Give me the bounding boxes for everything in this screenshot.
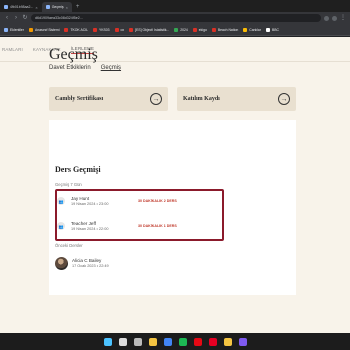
tab-history[interactable]: Geçmiş bbox=[101, 65, 121, 71]
bookmark-label: 2024 bbox=[180, 27, 188, 32]
windows-icon[interactable] bbox=[103, 337, 112, 346]
lesson-row[interactable]: Alicia C Bailey 17 Ocak 2023 • 22:49 bbox=[55, 254, 265, 272]
lesson-date: 19 Nisan 2024 • 22:00 bbox=[71, 227, 109, 231]
bookmark-item[interactable]: Beach Nation bbox=[211, 27, 239, 32]
bookmark-item[interactable]: BBC bbox=[265, 27, 279, 32]
arrow-right-icon[interactable]: → bbox=[278, 93, 290, 105]
bookmark-label: TKOK ACIL bbox=[70, 27, 88, 32]
avatar bbox=[55, 256, 68, 270]
bookmark-item[interactable]: YKS03 bbox=[92, 27, 110, 32]
back-icon[interactable]: ‹ bbox=[4, 12, 10, 24]
explorer-icon[interactable] bbox=[148, 337, 157, 346]
subtabs: Davet Etkiklerin Geçmiş bbox=[49, 65, 121, 71]
bookmark-item[interactable]: Anasınıf Sistemi bbox=[28, 27, 60, 32]
bookmark-label: YKS03 bbox=[98, 27, 110, 32]
folder-icon[interactable] bbox=[223, 337, 232, 346]
extension-icon[interactable] bbox=[324, 15, 329, 21]
bookmark-item[interactable]: Eklentiler bbox=[4, 27, 24, 32]
browser-tab[interactable]: 4fb01b98aa2... × bbox=[0, 2, 42, 12]
page-title: Geçmiş bbox=[49, 46, 98, 63]
forward-icon[interactable]: › bbox=[13, 12, 19, 24]
lesson-duration: 30 DAKİKALIK 2 DERS bbox=[138, 199, 177, 203]
bookmark-item[interactable]: [ES] Object! Istatistik... bbox=[129, 27, 170, 32]
chrome-icon[interactable] bbox=[163, 337, 172, 346]
lesson-row[interactable]: 👥 Teacher Jeff 19 Nisan 2024 • 22:00 30 … bbox=[57, 217, 267, 235]
bookmark-favicon-icon bbox=[129, 27, 134, 32]
arrow-right-icon[interactable]: → bbox=[150, 93, 162, 105]
bookmark-label: [ES] Object! Istatistik... bbox=[135, 27, 170, 32]
menu-icon[interactable]: ⋮ bbox=[340, 12, 346, 24]
bookmark-favicon-icon bbox=[64, 27, 69, 32]
spotify-icon[interactable] bbox=[178, 337, 187, 346]
browser-toolbar: ‹ › ↻ d6d1909aea33c08d324f5e2... ⋮ bbox=[0, 12, 350, 24]
bookmark-favicon-icon bbox=[211, 27, 216, 32]
bookmark-item[interactable]: Canlılar bbox=[243, 27, 261, 32]
store-icon[interactable] bbox=[238, 337, 247, 346]
taskbar bbox=[0, 333, 350, 350]
lesson-date: 17 Ocak 2023 • 22:49 bbox=[72, 264, 109, 268]
bookmark-label: ekigo bbox=[198, 27, 207, 32]
lesson-date: 19 Nisan 2024 • 23:00 bbox=[71, 202, 109, 206]
bookmark-favicon-icon bbox=[4, 27, 8, 32]
bookmark-favicon-icon bbox=[174, 27, 179, 32]
certificate-card-label: Cambly Sertifikası bbox=[55, 96, 104, 102]
bookmark-favicon-icon bbox=[114, 27, 119, 32]
bookmark-label: Beach Nation bbox=[217, 27, 239, 32]
bookmark-favicon-icon bbox=[192, 27, 197, 32]
lesson-info: Alicia C Bailey 17 Ocak 2023 • 22:49 bbox=[72, 258, 109, 268]
section-recent-label: Geçmiş 7 Gün bbox=[55, 182, 82, 187]
tab-favicon-icon bbox=[4, 5, 8, 9]
bookmark-favicon-icon bbox=[265, 27, 270, 32]
bookmark-label: ox bbox=[120, 27, 125, 32]
lesson-duration: 30 DAKİKALIK 1 DERS bbox=[138, 224, 177, 228]
bookmark-label: Eklentiler bbox=[10, 27, 24, 32]
tab-favicon-icon bbox=[45, 5, 50, 9]
tab-invites[interactable]: Davet Etkiklerin bbox=[49, 65, 91, 71]
reload-icon[interactable]: ↻ bbox=[22, 12, 28, 24]
bookmark-item[interactable]: ox bbox=[114, 27, 125, 32]
lesson-history-title: Ders Geçmişi bbox=[55, 165, 101, 174]
address-bar[interactable]: d6d1909aea33c08d324f5e2... bbox=[31, 14, 321, 22]
user-group-icon: 👥 bbox=[57, 197, 65, 205]
teacher-name: Jay Hunt bbox=[71, 196, 90, 201]
teacher-name: Teacher Jeff bbox=[71, 221, 96, 226]
pinterest-icon[interactable] bbox=[208, 337, 217, 346]
close-tab-icon[interactable]: × bbox=[35, 5, 37, 10]
certificate-card[interactable]: Cambly Sertifikası → bbox=[49, 87, 168, 111]
teacher-name: Alicia C Bailey bbox=[72, 258, 102, 263]
netflix-icon[interactable] bbox=[193, 337, 202, 346]
new-tab-icon[interactable]: + bbox=[72, 2, 84, 12]
bookmarks-bar: Eklentiler Anasınıf Sistemi TKOK ACIL YKS03… bbox=[0, 24, 350, 36]
bookmark-favicon-icon bbox=[92, 27, 97, 32]
bookmark-item[interactable]: 2024 bbox=[174, 27, 188, 32]
attendance-card[interactable]: Katılım Kaydı → bbox=[177, 87, 296, 111]
bookmark-item[interactable]: ekigo bbox=[192, 27, 207, 32]
lesson-info: Jay Hunt 19 Nisan 2024 • 23:00 bbox=[71, 196, 108, 206]
section-older-label: Önceki Dersler bbox=[55, 243, 83, 248]
browser-tab-active[interactable]: Geçmiş × bbox=[41, 2, 72, 12]
bookmark-label: BBC bbox=[271, 27, 279, 32]
browser-tabstrip: 4fb01b98aa2... × Geçmiş × + bbox=[0, 0, 350, 12]
search-icon[interactable] bbox=[118, 337, 127, 346]
nav-programs[interactable]: RAMLARI bbox=[2, 45, 23, 54]
bookmark-label: Anasınıf Sistemi bbox=[34, 27, 60, 32]
bookmark-label: Canlılar bbox=[249, 27, 261, 32]
tab-title: Geçmiş bbox=[51, 5, 64, 9]
user-group-icon: 👥 bbox=[57, 222, 65, 230]
lesson-info: Teacher Jeff 19 Nisan 2024 • 22:00 bbox=[71, 221, 108, 231]
bookmark-favicon-icon bbox=[28, 27, 33, 32]
address-text: d6d1909aea33c08d324f5e2... bbox=[35, 16, 83, 20]
bookmark-favicon-icon bbox=[243, 27, 248, 32]
lesson-row[interactable]: 👥 Jay Hunt 19 Nisan 2024 • 23:00 30 DAKİ… bbox=[57, 192, 267, 210]
profile-icon[interactable] bbox=[332, 15, 337, 21]
close-tab-icon[interactable]: × bbox=[66, 5, 68, 10]
attendance-card-label: Katılım Kaydı bbox=[183, 96, 220, 102]
tab-title: 4fb01b98aa2... bbox=[10, 5, 34, 9]
taskview-icon[interactable] bbox=[133, 337, 142, 346]
bookmark-item[interactable]: TKOK ACIL bbox=[64, 27, 88, 32]
